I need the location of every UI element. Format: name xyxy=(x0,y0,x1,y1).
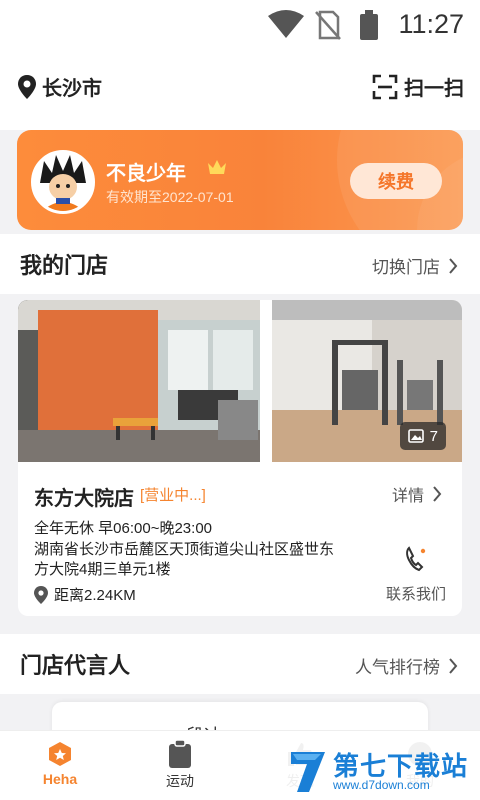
status-time: 11:27 xyxy=(398,9,464,39)
photo-count-badge[interactable]: 7 xyxy=(399,422,446,450)
my-store-title: 我的门店 xyxy=(20,253,109,278)
watermark-logo: 第七下载站 www.d7down.com xyxy=(283,742,478,798)
store-hours: 全年无休 早06:00~晚23:00 xyxy=(34,520,213,537)
clipboard-icon xyxy=(169,740,191,768)
store-detail-label: 详情 xyxy=(391,488,424,505)
ranking-label: 人气排行榜 xyxy=(355,658,440,677)
location-pin-icon xyxy=(18,74,36,99)
battery-icon xyxy=(360,10,378,40)
d7down-logo-icon xyxy=(291,752,325,792)
switch-store-label: 切换门店 xyxy=(372,258,440,277)
store-card[interactable]: 7 东方大院店 [营业中...] 详情 全年无休 早06:00~晚23:00 湖… xyxy=(18,300,462,616)
phone-icon xyxy=(406,546,426,572)
ambassador-title: 门店代言人 xyxy=(20,653,131,678)
avatar[interactable] xyxy=(31,150,95,214)
chevron-right-icon xyxy=(433,486,442,502)
tab-sport-label: 运动 xyxy=(166,773,194,789)
ambassador-card[interactable]: 段冲 xyxy=(52,702,428,730)
member-nickname: 不良少年 xyxy=(106,163,186,185)
chevron-right-icon xyxy=(449,657,458,674)
ambassador-card-text: 段冲 xyxy=(186,722,222,730)
tab-heha-label: Heha xyxy=(42,771,78,787)
no-sim-icon xyxy=(315,10,341,40)
tab-heha[interactable]: Heha xyxy=(10,737,110,787)
gym-interior-image xyxy=(18,300,260,462)
membership-card[interactable]: 不良少年 有效期至2022-07-01 续费 xyxy=(17,130,463,230)
top-bar: 长沙市 扫一扫 xyxy=(0,50,480,130)
avatar-image xyxy=(34,153,92,211)
heha-badge-icon xyxy=(49,742,71,766)
contact-us-label: 联系我们 xyxy=(385,586,446,603)
scroll-content[interactable]: 不良少年 有效期至2022-07-01 续费 我的门店 切换门店 7 东方大院店… xyxy=(0,130,480,730)
status-bar: 11:27 xyxy=(0,0,480,50)
tab-sport[interactable]: 运动 xyxy=(130,737,230,791)
photo-count: 7 xyxy=(429,427,438,445)
contact-us-button[interactable]: 联系我们 xyxy=(384,546,448,604)
switch-store-link[interactable]: 切换门店 xyxy=(372,253,458,278)
renew-button[interactable]: 续费 xyxy=(350,163,442,199)
city-selector[interactable]: 长沙市 xyxy=(18,72,102,101)
city-label: 长沙市 xyxy=(42,78,102,100)
scan-icon xyxy=(372,74,398,99)
store-name: 东方大院店 xyxy=(34,488,134,510)
store-distance: 距离2.24KM xyxy=(34,584,136,605)
store-address: 湖南省长沙市岳麓区天顶街道尖山社区盛世东方大院4期三单元1楼 xyxy=(34,541,335,578)
ambassador-header: 门店代言人 人气排行榜 xyxy=(0,634,480,694)
ranking-link[interactable]: 人气排行榜 xyxy=(355,653,458,678)
store-photo-1[interactable] xyxy=(18,300,260,462)
chevron-right-icon xyxy=(449,257,458,274)
store-detail-link[interactable]: 详情 xyxy=(392,482,442,506)
distance-label: 距离2.24KM xyxy=(54,587,136,604)
scan-label: 扫一扫 xyxy=(404,78,464,100)
wifi-icon xyxy=(268,10,304,38)
location-pin-icon xyxy=(34,585,48,604)
scan-button[interactable]: 扫一扫 xyxy=(372,72,464,101)
crown-icon xyxy=(208,160,226,174)
store-photo-2[interactable]: 7 xyxy=(272,300,462,462)
my-store-header: 我的门店 切换门店 xyxy=(0,234,480,294)
membership-validity: 有效期至2022-07-01 xyxy=(106,189,234,205)
image-icon xyxy=(407,429,424,443)
store-status: [营业中...] xyxy=(140,487,206,504)
watermark-url: www.d7down.com xyxy=(333,778,430,792)
